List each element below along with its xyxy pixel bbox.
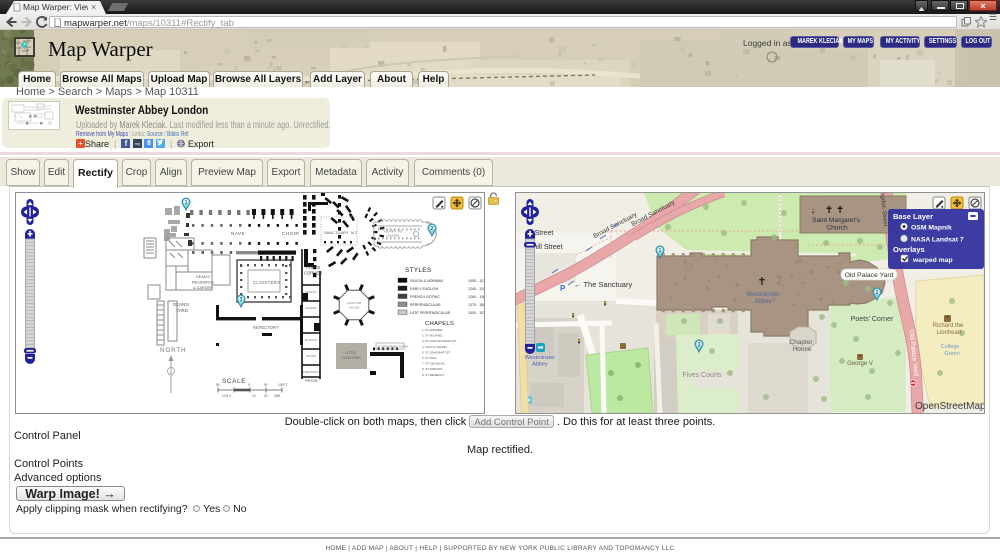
svg-text:George V: George V: [847, 361, 873, 367]
svg-text:PRISON: PRISON: [305, 379, 318, 383]
svg-text:Abbey: Abbey: [532, 362, 548, 368]
svg-text:3: 3: [240, 297, 243, 303]
svg-text:CHAPELS: CHAPELS: [425, 321, 454, 327]
svg-text:RESIDENCE: RESIDENCE: [192, 281, 215, 285]
svg-text:EARLY ENGLISH: EARLY ENGLISH: [410, 287, 439, 291]
svg-text:M 1: M 1: [351, 231, 357, 235]
svg-text:& GARDEN: & GARDEN: [193, 286, 213, 290]
svg-text:2: 2: [876, 290, 879, 296]
svg-text:3. ST JOHN EVANGELIST: 3. ST JOHN EVANGELIST: [422, 339, 457, 343]
svg-text:1. ST ANDREW: 1. ST ANDREW: [422, 328, 443, 332]
svg-text:Fives Courts: Fives Courts: [682, 372, 722, 379]
svg-text:DEAN'S: DEAN'S: [173, 302, 189, 307]
svg-text:Chapter: Chapter: [789, 339, 813, 346]
svg-text:1: 1: [659, 248, 662, 254]
svg-text:Abbey: Abbey: [754, 299, 771, 305]
svg-text:LATE PERPENDICULAR: LATE PERPENDICULAR: [410, 311, 451, 315]
svg-text:OSM Mapnik: OSM Mapnik: [911, 225, 952, 232]
svg-text:7. ST NICHOLAS: 7. ST NICHOLAS: [422, 362, 445, 366]
svg-text:ROOM: ROOM: [306, 354, 316, 358]
svg-text:P: P: [560, 284, 566, 293]
svg-text:30M: 30M: [274, 394, 281, 398]
svg-text:6. ST PAUL: 6. ST PAUL: [422, 356, 437, 360]
svg-text:✝: ✝: [757, 276, 766, 288]
svg-text:POETS: POETS: [306, 265, 320, 270]
svg-text:← The Sanctuary: ← The Sanctuary: [574, 280, 632, 289]
svg-text:CHAPTER: CHAPTER: [347, 301, 362, 305]
svg-text:Base Layer: Base Layer: [893, 212, 933, 221]
svg-text:OpenStreetMap: OpenStreetMap: [915, 401, 984, 412]
svg-text:50: 50: [264, 383, 268, 387]
svg-text:5. ST JOHN BAPTIST: 5. ST JOHN BAPTIST: [422, 350, 451, 354]
svg-text:10: 10: [252, 394, 256, 398]
svg-text:Richard the: Richard the: [933, 323, 964, 329]
svg-text:8. ST EDMUND: 8. ST EDMUND: [422, 367, 442, 371]
svg-text:1055 - 1130: 1055 - 1130: [468, 279, 484, 283]
svg-text:SCHOOL: SCHOOL: [305, 338, 318, 342]
svg-text:Poets’ Corner: Poets’ Corner: [851, 316, 894, 323]
svg-text:✝: ✝: [825, 205, 833, 216]
svg-text:NAVE: NAVE: [231, 231, 245, 236]
svg-text:College: College: [941, 344, 960, 350]
svg-text:CHAPEL: CHAPEL: [305, 306, 317, 310]
svg-text:1: 1: [185, 200, 188, 206]
svg-text:REFECTORY: REFECTORY: [253, 325, 279, 330]
svg-text:Church: Church: [826, 225, 848, 232]
svg-text:NASA Landsat 7: NASA Landsat 7: [911, 237, 964, 244]
svg-text:3: 3: [698, 342, 701, 348]
svg-text:YARD: YARD: [176, 308, 188, 313]
svg-text:8. KATHERINE CHAPEL: 8. KATHERINE CHAPEL: [378, 345, 409, 349]
svg-text:Overlays: Overlays: [893, 245, 925, 254]
svg-text:DEAN'S: DEAN'S: [196, 275, 210, 279]
svg-text:1245 - 1260: 1245 - 1260: [468, 287, 484, 291]
svg-text:10 5 0: 10 5 0: [222, 394, 231, 398]
svg-text:CLOISTERS: CLOISTERS: [253, 280, 280, 285]
svg-text:Saint Margaret’s: Saint Margaret’s: [812, 217, 861, 224]
svg-text:CHOIR: CHOIR: [282, 231, 299, 236]
svg-text:0: 0: [248, 383, 250, 387]
svg-text:FRENCH GOTHIC: FRENCH GOTHIC: [410, 295, 440, 299]
svg-text:2. ST MICHAEL: 2. ST MICHAEL: [422, 334, 443, 338]
svg-text:50: 50: [216, 383, 220, 387]
svg-text:2: 2: [431, 226, 434, 232]
svg-text:warped map: warped map: [912, 257, 953, 264]
svg-text:SANCTUARY: SANCTUARY: [324, 230, 349, 235]
svg-text:1375 - 1506: 1375 - 1506: [468, 303, 484, 307]
svg-text:Westminster: Westminster: [525, 355, 556, 361]
svg-text:1260 - 1369: 1260 - 1369: [468, 295, 484, 299]
svg-text:STYLES: STYLES: [405, 267, 431, 274]
svg-text:✝: ✝: [836, 205, 844, 216]
svg-text:LITTLE: LITTLE: [345, 351, 357, 355]
svg-text:20: 20: [264, 394, 268, 398]
svg-text:TREASURY: TREASURY: [303, 370, 319, 374]
svg-text:HOUSE: HOUSE: [349, 306, 360, 310]
svg-text:NORTH: NORTH: [160, 347, 187, 354]
svg-text:9. ST BENEDICT: 9. ST BENEDICT: [422, 373, 445, 377]
svg-text:CLOISTERS: CLOISTERS: [341, 356, 361, 360]
svg-text:100FT: 100FT: [278, 383, 287, 387]
svg-text:Green: Green: [944, 351, 959, 357]
svg-text:4. ISLIP’S CHAPEL: 4. ISLIP’S CHAPEL: [422, 345, 448, 349]
svg-text:Westminster: Westminster: [746, 292, 779, 298]
svg-text:SAXON & NORMAN: SAXON & NORMAN: [410, 279, 443, 283]
svg-text:VESTRY: VESTRY: [305, 290, 317, 294]
svg-text:Old Palace Yard: Old Palace Yard: [845, 272, 894, 279]
svg-text:House: House: [793, 346, 812, 353]
svg-text:CHAPEL: CHAPEL: [386, 234, 400, 238]
svg-text:PERPENDICULAR: PERPENDICULAR: [410, 303, 441, 307]
svg-text:1500 - 1512: 1500 - 1512: [468, 311, 484, 315]
svg-text:Lionheart: Lionheart: [936, 330, 961, 336]
svg-text:SCALE: SCALE: [222, 378, 246, 385]
svg-text:HENRY VII: HENRY VII: [384, 230, 402, 234]
